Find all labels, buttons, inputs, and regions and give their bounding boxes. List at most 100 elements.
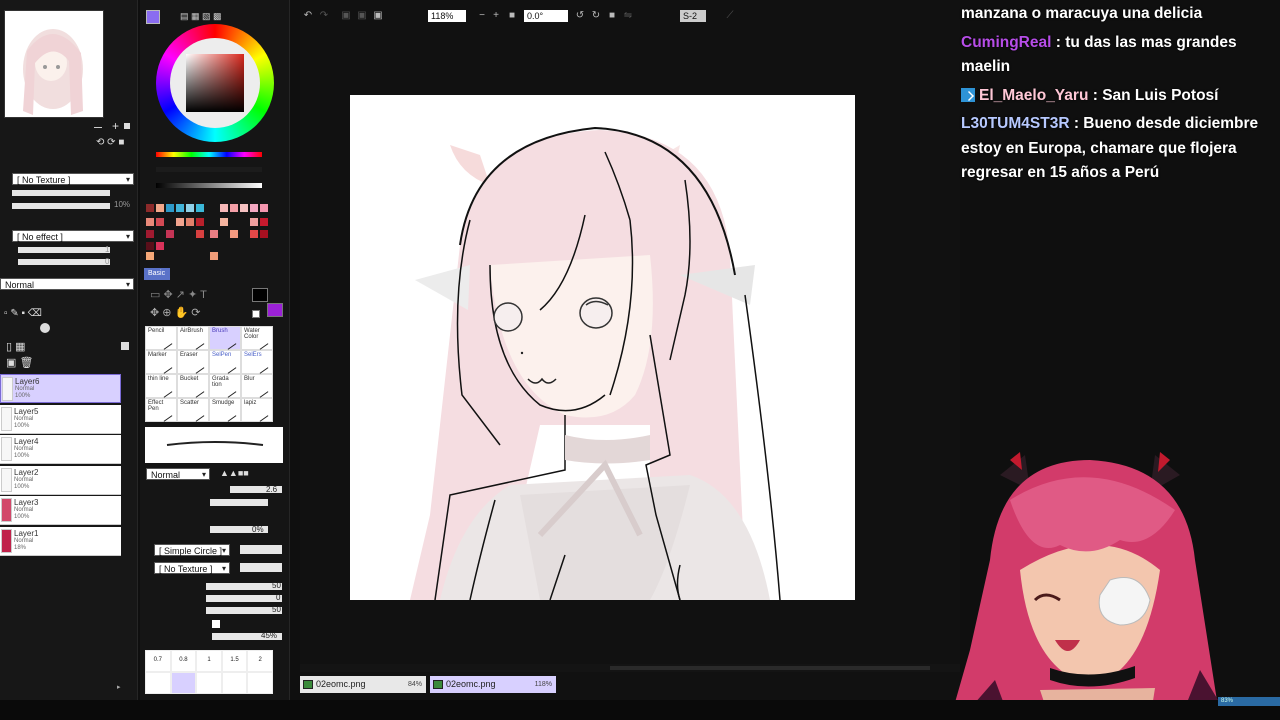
delete-layer-buttons[interactable]: ▣ 🗑	[6, 356, 33, 369]
tool-selers[interactable]: SelErs	[241, 350, 273, 374]
drawing-canvas[interactable]	[350, 95, 855, 600]
layer-row[interactable]: Layer6 Normal 100%	[0, 374, 121, 403]
swatch[interactable]	[196, 204, 204, 212]
navigator-rotate-controls[interactable]: ⟲ ⟳ ■	[96, 137, 136, 148]
navigator-thumbnail[interactable]	[4, 10, 104, 118]
size-preset[interactable]	[196, 672, 222, 694]
size-preset[interactable]: 2	[247, 650, 273, 672]
tool-selpen[interactable]: SelPen	[209, 350, 241, 374]
swatch[interactable]	[186, 218, 194, 226]
color-wheel-mode-button[interactable]	[146, 10, 160, 24]
value-slider[interactable]	[156, 183, 262, 188]
persistence-slider[interactable]	[206, 607, 282, 614]
swatch[interactable]	[240, 204, 248, 212]
swatch[interactable]	[250, 230, 258, 238]
layer-tool-buttons[interactable]: ▫ ✎ ▪ ⌫	[4, 308, 42, 319]
swatch[interactable]	[166, 230, 174, 238]
tool-blur[interactable]: Blur	[241, 374, 273, 398]
blending-slider[interactable]	[206, 583, 282, 590]
document-tab[interactable]: 02eomc.png 118%	[430, 676, 556, 693]
swatch[interactable]	[176, 218, 184, 226]
tool-brush[interactable]: Brush	[209, 326, 241, 350]
invert-selection-icon[interactable]: ▣	[356, 10, 368, 22]
swatch[interactable]	[156, 242, 164, 250]
flip-icon[interactable]: ⇋	[622, 10, 634, 22]
size-preset[interactable]	[170, 672, 197, 694]
primary-color-box[interactable]	[252, 288, 268, 302]
tool-thin-line[interactable]: thin line	[145, 374, 177, 398]
tool-mode-buttons[interactable]: ▭ ✥ ↗ ✦ T	[150, 288, 207, 301]
effect-select[interactable]: [ No effect ]	[12, 230, 134, 243]
color-panel-mode-buttons[interactable]: ▤ ▦ ▧ ▩	[180, 11, 222, 22]
swatch[interactable]	[210, 252, 218, 260]
swatch[interactable]	[250, 218, 258, 226]
swatch[interactable]	[146, 252, 154, 260]
tool-bucket[interactable]: Bucket	[177, 374, 209, 398]
swatch[interactable]	[146, 242, 154, 250]
tool-effect-pen[interactable]: Effect Pen	[145, 398, 177, 422]
brush-texture-select[interactable]: [ No Texture ]	[154, 562, 230, 575]
effect-intensity-bar[interactable]	[18, 259, 110, 265]
layer-row[interactable]: Layer2 Normal 100%	[0, 466, 121, 495]
tool-lapiz[interactable]: lapiz	[241, 398, 273, 422]
hue-slider[interactable]	[156, 152, 262, 157]
size-preset[interactable]	[247, 672, 273, 694]
size-preset[interactable]	[145, 672, 171, 694]
swatch[interactable]	[250, 204, 258, 212]
swatch[interactable]	[176, 204, 184, 212]
swatch[interactable]	[230, 230, 238, 238]
keep-opacity-checkbox[interactable]	[212, 620, 220, 628]
tool-gradation[interactable]: Grada tion	[209, 374, 241, 398]
tool-eraser[interactable]: Eraser	[177, 350, 209, 374]
secondary-color-box[interactable]	[267, 303, 283, 317]
texture-select[interactable]: [ No Texture ]	[12, 173, 134, 186]
zoom-out-icon[interactable]: −	[476, 10, 488, 22]
layer-row[interactable]: Layer1 Normal 18%	[0, 527, 121, 556]
min-size-slider[interactable]	[210, 499, 268, 506]
swatch[interactable]	[156, 204, 164, 212]
tab-basic[interactable]: Basic	[144, 268, 170, 280]
tool-water-color[interactable]: Water Color	[241, 326, 273, 350]
swatch[interactable]	[156, 218, 164, 226]
transparent-color-box[interactable]	[252, 310, 260, 318]
selection-source-toggle[interactable]	[40, 323, 50, 333]
zoom-field[interactable]: 118%	[428, 10, 466, 22]
effect-width-bar[interactable]	[18, 247, 110, 253]
tool-smudge[interactable]: Smudge	[209, 398, 241, 422]
size-preset[interactable]	[221, 672, 248, 694]
rotate-right-icon[interactable]: ↻	[590, 10, 602, 22]
swatch[interactable]	[166, 204, 174, 212]
blend-mode-select[interactable]: Normal	[0, 278, 134, 291]
tool-mode-buttons-2[interactable]: ✥ ⊕ ✋ ⟳	[150, 306, 201, 319]
swatch[interactable]	[260, 204, 268, 212]
swatch[interactable]	[196, 230, 204, 238]
saturation-slider[interactable]	[156, 167, 262, 172]
zoom-reset-icon[interactable]: ■	[506, 10, 518, 22]
brush-blend-mode-select[interactable]: Normal	[146, 468, 210, 481]
layer-row[interactable]: Layer4 Normal 100%	[0, 435, 121, 464]
layer-row[interactable]: Layer3 Normal 100%	[0, 496, 121, 525]
dilution-slider[interactable]	[206, 595, 282, 602]
swatch[interactable]	[146, 218, 154, 226]
new-layer-buttons[interactable]: ▯ ▦	[6, 340, 26, 353]
saturation-value-square[interactable]	[186, 54, 244, 112]
document-tab[interactable]: 02eomc.png 84%	[300, 676, 426, 693]
tool-pencil[interactable]: Pencil	[145, 326, 177, 350]
swatch[interactable]	[260, 230, 268, 238]
swatch[interactable]	[260, 218, 268, 226]
deselect-icon[interactable]: ▣	[340, 10, 352, 22]
rotation-field[interactable]: 0.0°	[524, 10, 568, 22]
size-preset[interactable]: 0.8	[170, 650, 197, 672]
texture-strength-bar[interactable]	[12, 203, 110, 209]
undo-icon[interactable]: ↶	[302, 10, 314, 22]
layer-row[interactable]: Layer5 Normal 100%	[0, 405, 121, 434]
swatch[interactable]	[210, 230, 218, 238]
brush-shape-strength[interactable]	[240, 545, 282, 554]
size-preset[interactable]: 1	[196, 650, 222, 672]
swatch[interactable]	[196, 218, 204, 226]
tool-marker[interactable]: Marker	[145, 350, 177, 374]
color-wheel[interactable]	[156, 24, 274, 142]
swatch[interactable]	[230, 204, 238, 212]
swatch[interactable]	[146, 204, 154, 212]
stabilizer-field[interactable]: S-2	[680, 10, 706, 22]
